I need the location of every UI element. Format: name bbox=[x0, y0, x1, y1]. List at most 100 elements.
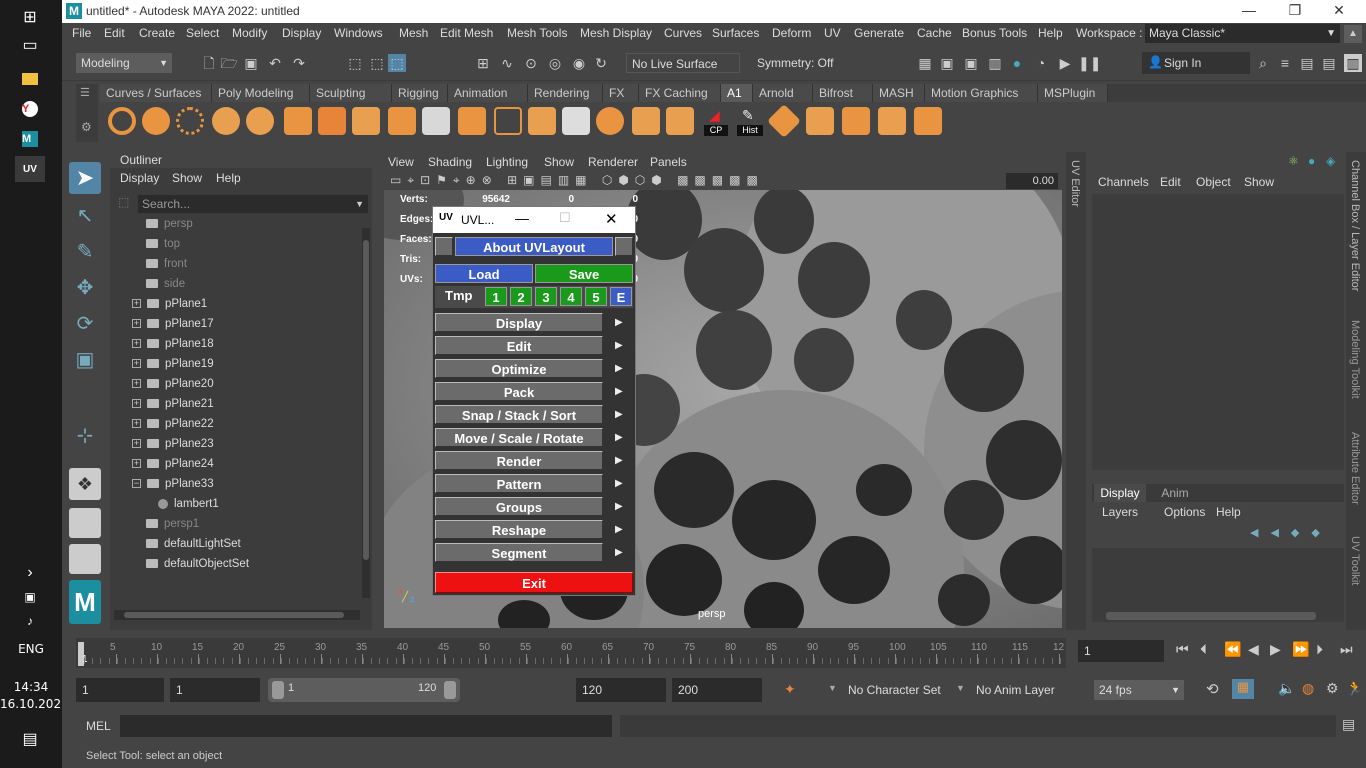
menu-create[interactable]: Create bbox=[139, 26, 175, 40]
menu-help[interactable]: Help bbox=[1038, 26, 1063, 40]
outliner-item[interactable]: + pPlane19 bbox=[132, 354, 214, 374]
rotate-tool-icon[interactable]: ⟳ bbox=[69, 308, 101, 340]
chevron-down-icon[interactable]: ▼ bbox=[828, 683, 837, 693]
uvlayout-menu-reshape[interactable]: Reshape bbox=[435, 520, 603, 539]
shelf-cp-button[interactable]: ◢ CP bbox=[702, 107, 730, 136]
layer-action-icons[interactable]: ◀◀◆◆ bbox=[1250, 526, 1332, 539]
attribute-editor-tab[interactable]: Attribute Editor bbox=[1349, 432, 1361, 505]
close-icon[interactable]: ✕ bbox=[1324, 2, 1354, 19]
expand-toggle-icon[interactable]: + bbox=[132, 359, 141, 369]
yandex-browser-icon[interactable]: Y bbox=[15, 96, 45, 122]
menu-display[interactable]: Display bbox=[282, 26, 321, 40]
command-input[interactable] bbox=[120, 715, 612, 737]
save-button[interactable]: Save bbox=[535, 264, 633, 283]
uvlayout-menu-move-scale-rotate[interactable]: Move / Scale / Rotate bbox=[435, 428, 603, 447]
four-layout-icon[interactable] bbox=[69, 508, 101, 538]
manipulator-icon[interactable]: ⊹ bbox=[69, 420, 101, 452]
expand-toggle-icon[interactable]: + bbox=[132, 339, 141, 349]
show-hidden-icons[interactable]: › bbox=[15, 560, 45, 586]
uvlayout-close-icon[interactable]: ✕ bbox=[605, 210, 618, 228]
select-component-icon[interactable]: ⬚ bbox=[388, 54, 406, 72]
tab-curves-surfaces[interactable]: Curves / Surfaces bbox=[100, 84, 212, 102]
vp-menu-panels[interactable]: Panels bbox=[650, 155, 687, 169]
uv-toolkit-tab[interactable]: UV Toolkit bbox=[1349, 536, 1361, 585]
file-explorer-icon[interactable] bbox=[15, 66, 45, 92]
menu-uv[interactable]: UV bbox=[824, 26, 841, 40]
tab-fx-caching[interactable]: FX Caching bbox=[639, 84, 721, 102]
save-scene-icon[interactable]: ▣ bbox=[242, 54, 260, 72]
snap-surface-icon[interactable]: ◎ bbox=[546, 54, 564, 72]
attribute-editor-icon[interactable]: ▤ bbox=[1320, 54, 1338, 72]
filter-icon[interactable]: ⬚ bbox=[118, 195, 129, 209]
submenu-arrow-icon[interactable]: ▶ bbox=[615, 340, 623, 351]
collapse-arrow-icon[interactable]: ▲ bbox=[1344, 25, 1362, 43]
tmp-slot-3[interactable]: 3 bbox=[535, 287, 557, 306]
network-icon[interactable]: ▣ bbox=[15, 584, 45, 610]
shelf-cylinder-icon[interactable] bbox=[632, 107, 660, 135]
windows-start-icon[interactable]: ⊞ bbox=[15, 4, 45, 30]
toolbox-icon[interactable]: ≡ bbox=[1276, 54, 1294, 72]
outliner-item[interactable]: + pPlane22 bbox=[132, 414, 214, 434]
layer-tab-display[interactable]: Display bbox=[1094, 484, 1146, 502]
shelf-white-cube-icon[interactable] bbox=[562, 107, 590, 135]
uvlayout-menu-segment[interactable]: Segment bbox=[435, 543, 603, 562]
shelf-bridge-icon[interactable] bbox=[352, 107, 380, 135]
tmp-slot-2[interactable]: 2 bbox=[510, 287, 532, 306]
uvlayout-taskbar-icon[interactable]: UV bbox=[15, 156, 45, 182]
shelf-sphere-icon[interactable] bbox=[142, 107, 170, 135]
outliner-hscroll-thumb[interactable] bbox=[124, 612, 344, 618]
channel-box-content[interactable] bbox=[1092, 194, 1344, 470]
make-live-icon[interactable]: ↻ bbox=[592, 54, 610, 72]
channel-box-tool-icon[interactable]: ◈ bbox=[1326, 154, 1335, 168]
outliner-scrollbar[interactable] bbox=[362, 228, 370, 598]
shelf-grid-small-icon[interactable] bbox=[914, 107, 942, 135]
go-to-start-icon[interactable]: ⏮ bbox=[1176, 641, 1189, 658]
sound-icon[interactable]: 🔈 bbox=[1278, 680, 1295, 697]
chevron-down-icon[interactable]: ▼ bbox=[956, 683, 965, 693]
script-editor-icon[interactable]: ▤ bbox=[1342, 716, 1355, 733]
shelf-flatten-icon[interactable] bbox=[806, 107, 834, 135]
vp-menu-view[interactable]: View bbox=[388, 155, 414, 169]
submenu-arrow-icon[interactable]: ▶ bbox=[615, 432, 623, 443]
range-end-handle[interactable] bbox=[444, 681, 456, 699]
uvlayout-menu-snap-stack-sort[interactable]: Snap / Stack / Sort bbox=[435, 405, 603, 424]
shelf-soft-select-icon[interactable] bbox=[176, 107, 204, 135]
animation-start-field[interactable]: 1 bbox=[76, 678, 164, 702]
new-scene-icon[interactable]: 🗋 bbox=[200, 54, 218, 72]
redo-icon[interactable]: ↷ bbox=[290, 54, 308, 72]
uvlayout-left-handle[interactable] bbox=[435, 237, 453, 256]
channel-box-sphere-icon[interactable]: ● bbox=[1308, 154, 1315, 168]
tab-motion-graphics[interactable]: Motion Graphics bbox=[925, 84, 1038, 102]
expand-toggle-icon[interactable]: + bbox=[132, 399, 141, 409]
tab-mash[interactable]: MASH bbox=[873, 84, 925, 102]
uvlayout-menu-display[interactable]: Display bbox=[435, 313, 603, 332]
about-uvlayout-button[interactable]: About UVLayout bbox=[455, 237, 613, 256]
playback-speed-icon[interactable]: ◍ bbox=[1302, 680, 1314, 697]
shelf-extrude-icon[interactable] bbox=[284, 107, 312, 135]
submenu-arrow-icon[interactable]: ▶ bbox=[615, 524, 623, 535]
go-to-end-icon[interactable]: ⏭ bbox=[1340, 641, 1353, 658]
outliner-item[interactable]: lambert1 bbox=[158, 494, 219, 514]
shelf-bevel-icon[interactable] bbox=[318, 107, 346, 135]
tab-sculpting[interactable]: Sculpting bbox=[310, 84, 392, 102]
render-view-icon[interactable]: ▦ bbox=[916, 54, 934, 72]
layer-hscroll-thumb[interactable] bbox=[1106, 612, 1316, 620]
sign-in-button[interactable]: 👤 Sign In bbox=[1142, 52, 1250, 74]
step-back-frame-icon[interactable]: ⏴ bbox=[1200, 641, 1207, 658]
play-backwards-icon[interactable]: ◀ bbox=[1248, 641, 1259, 658]
outliner-item[interactable]: defaultLightSet bbox=[146, 534, 241, 554]
tab-rendering[interactable]: Rendering bbox=[528, 84, 603, 102]
auto-key-icon[interactable]: ▦ bbox=[1232, 679, 1254, 699]
clock-time[interactable]: 14:34 bbox=[0, 680, 62, 694]
tab-animation[interactable]: Animation bbox=[448, 84, 528, 102]
undo-icon[interactable]: ↶ bbox=[266, 54, 284, 72]
shelf-cup-icon[interactable] bbox=[666, 107, 694, 135]
playback-start-field[interactable]: 1 bbox=[170, 678, 260, 702]
outliner-item[interactable]: side bbox=[146, 274, 185, 294]
menu-deform[interactable]: Deform bbox=[772, 26, 811, 40]
maya-m-icon[interactable]: M bbox=[69, 580, 101, 624]
paint-select-icon[interactable]: ✎ bbox=[69, 236, 101, 268]
shelf-settings-icon[interactable]: ⚙ bbox=[81, 120, 92, 134]
exit-button[interactable]: Exit bbox=[435, 572, 633, 593]
uvlayout-menu-edit[interactable]: Edit bbox=[435, 336, 603, 355]
